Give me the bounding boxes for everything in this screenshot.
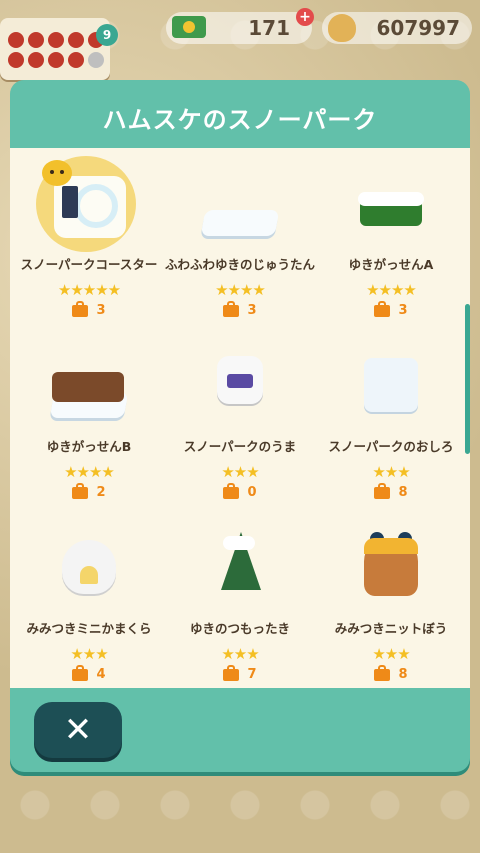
count-value: 3 xyxy=(247,303,257,318)
count-value: 0 xyxy=(247,485,257,500)
castle xyxy=(364,358,418,412)
item-card[interactable]: ふわふわゆきのじゅうたん ★★★★ 3 xyxy=(165,166,315,318)
item-count: 0 xyxy=(165,482,315,500)
bag-icon xyxy=(72,664,89,681)
item-card[interactable]: みみつきニットぼう ★★★ 8 xyxy=(316,530,466,682)
snowball-fight-b-icon xyxy=(44,348,134,428)
star-rating: ★★★★★ xyxy=(57,281,121,299)
star-rating: ★★★★ xyxy=(215,281,266,299)
ticket-icon xyxy=(48,32,64,48)
ticket-count-badge: 9 xyxy=(96,24,118,46)
ticket-empty-icon xyxy=(88,52,104,68)
star-rating: ★★★★ xyxy=(366,281,417,299)
bag-icon xyxy=(223,664,240,681)
item-count: 8 xyxy=(316,482,466,500)
item-card[interactable]: ゆきがっせんA ★★★★ 3 xyxy=(316,166,466,318)
tree-snow xyxy=(223,536,255,550)
close-button[interactable]: ✕ xyxy=(34,702,122,758)
snowball-fight-a-icon xyxy=(346,166,436,246)
item-count: 8 xyxy=(316,664,466,682)
bag-icon xyxy=(72,300,89,317)
bell-bag-icon xyxy=(328,14,356,42)
item-card[interactable]: ゆきのつもったき ★★★ 7 xyxy=(165,530,315,682)
item-name: ふわふわゆきのじゅうたん xyxy=(165,257,316,272)
item-name: スノーパークのうま xyxy=(183,439,297,454)
bag-icon xyxy=(223,300,240,317)
item-name: スノーパークコースター xyxy=(20,257,158,272)
coaster-stair xyxy=(62,186,78,218)
ticket-icon xyxy=(28,52,44,68)
snow-park-horse-icon xyxy=(195,348,285,428)
item-card[interactable]: みみつきミニかまくら ★★★ 4 xyxy=(14,530,164,682)
star-rating: ★★★ xyxy=(372,645,410,663)
item-card[interactable]: スノーパークコースター ★★★★★ 3 xyxy=(14,156,164,318)
item-name: ゆきのつもったき xyxy=(189,621,290,636)
star-rating: ★★★ xyxy=(221,645,259,663)
item-name: ゆきがっせんB xyxy=(46,439,132,454)
snow-park-coaster-icon xyxy=(36,156,136,252)
count-value: 3 xyxy=(96,303,106,318)
snow-rug-icon xyxy=(195,166,285,246)
star-rating: ★★★ xyxy=(372,463,410,481)
bag-icon xyxy=(374,482,391,499)
item-card[interactable]: スノーパークのおしろ ★★★ 8 xyxy=(316,348,466,500)
item-count: 7 xyxy=(165,664,315,682)
ticket-icon xyxy=(68,52,84,68)
fence xyxy=(52,372,124,402)
eared-knit-hat-icon xyxy=(346,530,436,610)
bag-icon xyxy=(374,664,391,681)
item-card[interactable]: ゆきがっせんB ★★★★ 2 xyxy=(14,348,164,500)
count-value: 7 xyxy=(247,667,257,682)
ticket-grid xyxy=(8,32,104,68)
count-value: 8 xyxy=(398,667,408,682)
star-rating: ★★★ xyxy=(221,463,259,481)
igloo xyxy=(62,540,116,594)
snowy-tree-icon xyxy=(195,530,285,610)
item-name: ゆきがっせんA xyxy=(348,257,434,272)
ticket-icon xyxy=(8,32,24,48)
item-count: 2 xyxy=(14,482,164,500)
ticket-icon xyxy=(28,32,44,48)
eared-mini-igloo-icon xyxy=(44,530,134,610)
beanie-band xyxy=(364,538,418,554)
horse xyxy=(217,356,263,404)
items-panel[interactable]: スノーパークコースター ★★★★★ 3 ふわふわゆきのじゅうたん ★★★★ 3 xyxy=(10,148,470,688)
count-value: 2 xyxy=(96,485,106,500)
item-name: スノーパークのおしろ xyxy=(328,439,454,454)
item-count: 4 xyxy=(14,664,164,682)
ticket-icon xyxy=(48,52,64,68)
count-value: 3 xyxy=(398,303,408,318)
hamster-face-icon xyxy=(42,160,72,186)
plus-icon[interactable]: + xyxy=(296,8,314,26)
ticket-icon xyxy=(68,32,84,48)
collection-modal: ハムスケのスノーパーク スノーパークコースター ★★★★★ 3 ふわふわゆきのじ… xyxy=(10,80,470,772)
top-hud: 9 171 + 607997 xyxy=(0,0,480,80)
coaster-ring xyxy=(74,184,118,228)
bag-icon xyxy=(72,482,89,499)
leaf-ticket-value: 171 xyxy=(248,16,290,40)
item-name: みみつきニットぼう xyxy=(334,621,448,636)
bells-value: 607997 xyxy=(376,16,461,40)
item-name: みみつきミニかまくら xyxy=(26,621,152,636)
item-card[interactable]: スノーパークのうま ★★★ 0 xyxy=(165,348,315,500)
modal-title: ハムスケのスノーパーク xyxy=(102,106,378,134)
count-value: 8 xyxy=(398,485,408,500)
bells-counter: 607997 xyxy=(322,12,472,44)
bag-icon xyxy=(223,482,240,499)
item-count: 3 xyxy=(316,300,466,318)
snow-park-castle-icon xyxy=(346,348,436,428)
ticket-icon xyxy=(8,52,24,68)
hedge-snow xyxy=(358,192,424,206)
leaf-ticket-icon xyxy=(172,16,206,38)
item-count: 3 xyxy=(165,300,315,318)
star-rating: ★★★ xyxy=(70,645,108,663)
snow-base xyxy=(200,210,280,236)
star-rating: ★★★★ xyxy=(64,463,115,481)
leaf-ticket-counter[interactable]: 171 + xyxy=(166,8,314,44)
ticket-card[interactable]: 9 xyxy=(0,18,118,80)
bag-icon xyxy=(374,300,391,317)
item-count: 3 xyxy=(14,300,164,318)
count-value: 4 xyxy=(96,667,106,682)
